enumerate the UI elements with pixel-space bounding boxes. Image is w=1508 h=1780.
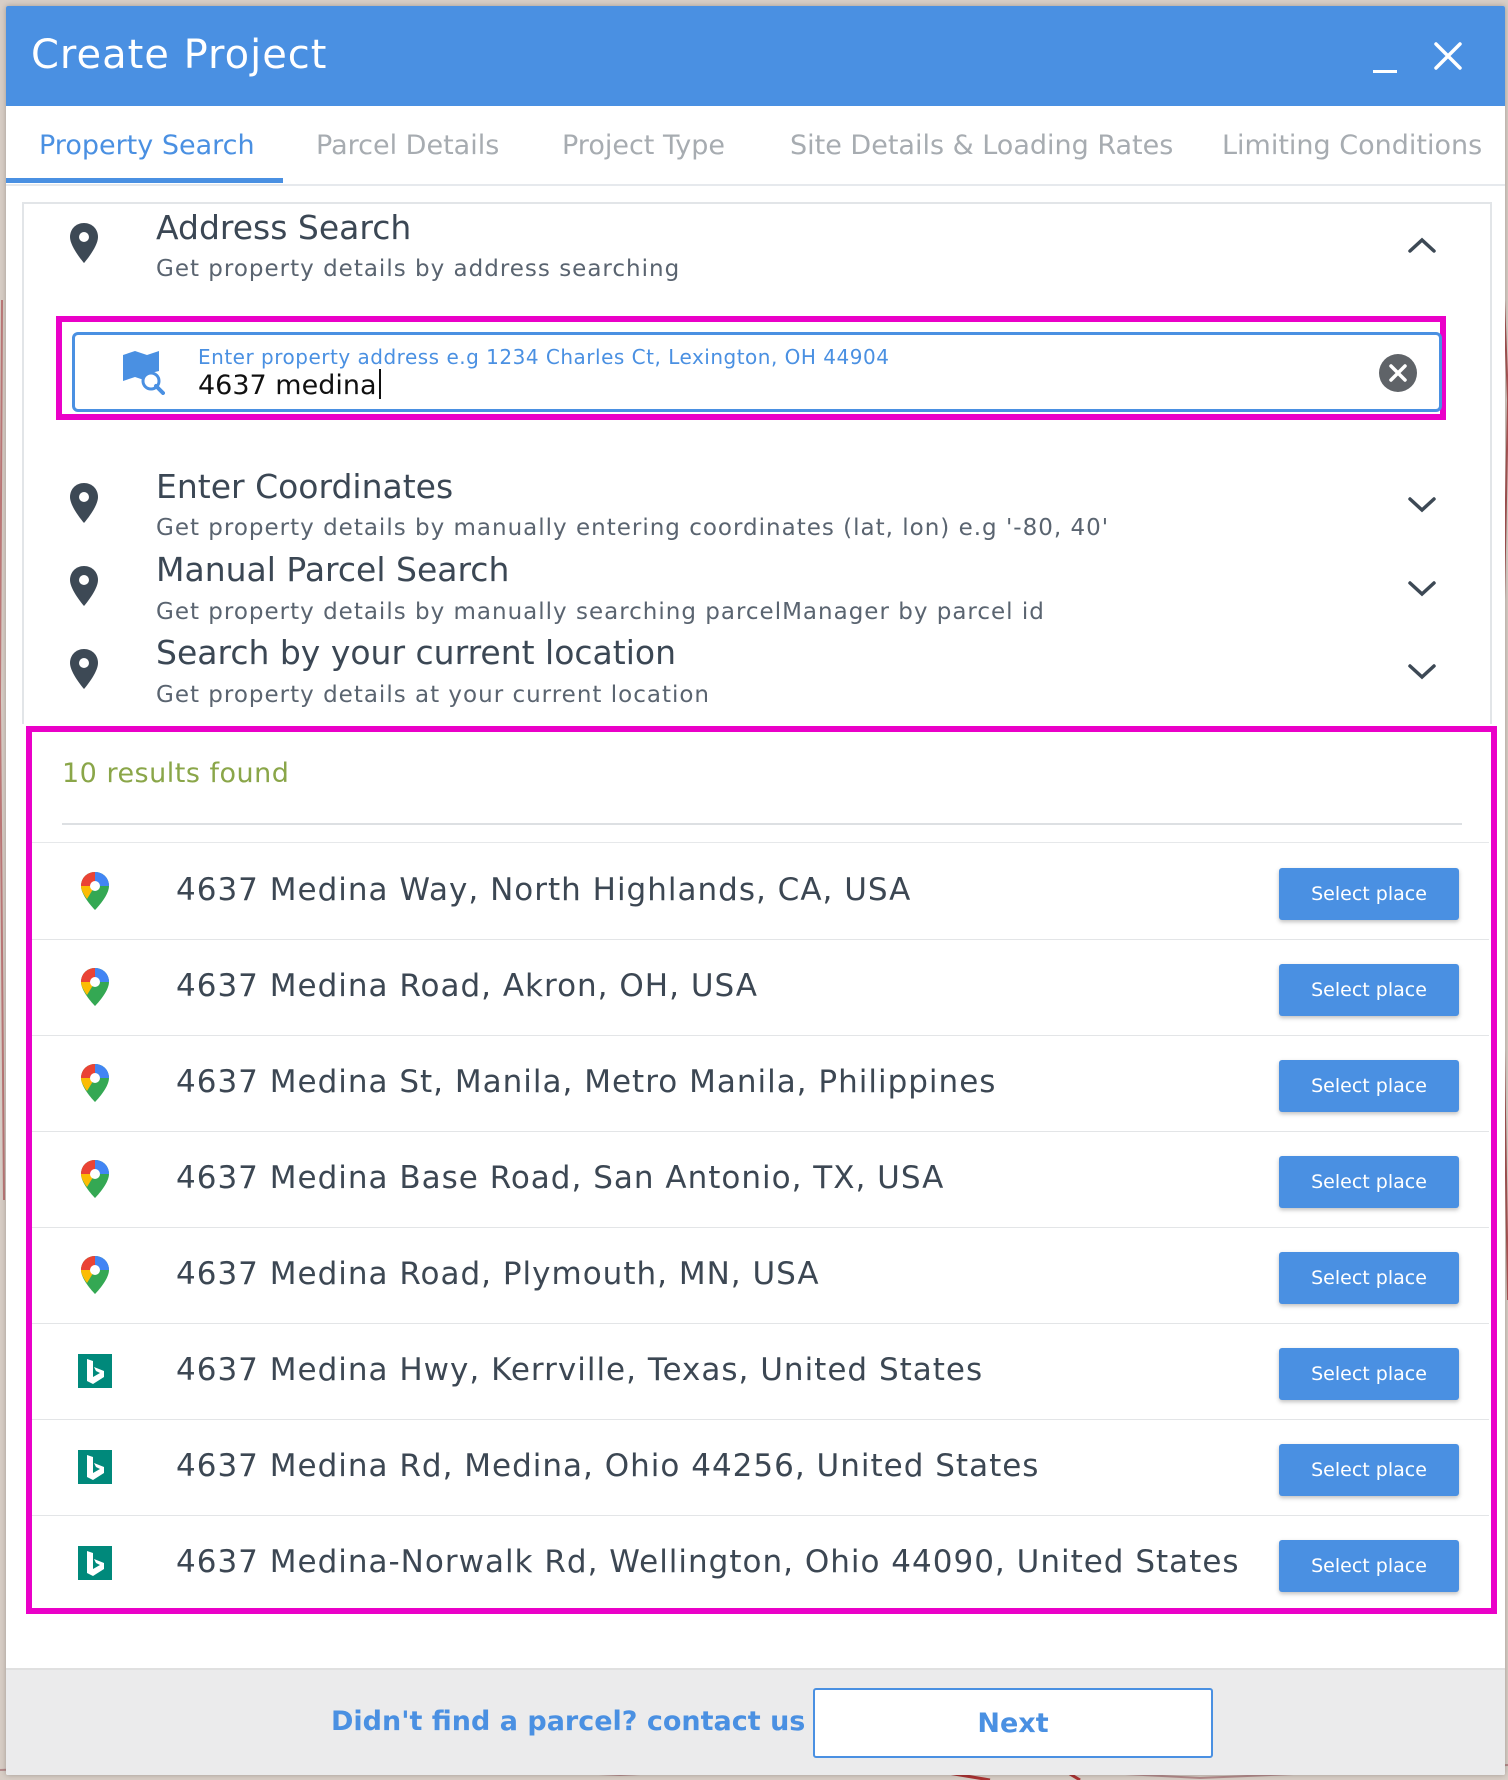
accordion-subtitle: Get property details by manually searchi… bbox=[156, 599, 1045, 625]
result-row: 4637 Medina Hwy, Kerrville, Texas, Unite… bbox=[32, 1323, 1489, 1420]
result-address: 4637 Medina St, Manila, Metro Manila, Ph… bbox=[176, 1064, 997, 1100]
select-place-button[interactable]: Select place bbox=[1279, 1060, 1459, 1112]
tab-site-details-loading-rates[interactable]: Site Details & Loading Rates bbox=[790, 130, 1173, 161]
map-search-icon bbox=[123, 351, 165, 395]
tab-project-type[interactable]: Project Type bbox=[562, 130, 725, 161]
location-pin-icon bbox=[70, 223, 98, 263]
accordion-title: Manual Parcel Search bbox=[156, 550, 510, 589]
result-row: 4637 Medina Way, North Highlands, CA, US… bbox=[32, 843, 1489, 940]
accordion-title: Enter Coordinates bbox=[156, 467, 454, 506]
google-maps-pin-icon bbox=[81, 1160, 109, 1198]
select-place-button[interactable]: Select place bbox=[1279, 964, 1459, 1016]
accordion-title: Search by your current location bbox=[156, 633, 676, 672]
result-row: 4637 Medina Base Road, San Antonio, TX, … bbox=[32, 1131, 1489, 1228]
result-address: 4637 Medina-Norwalk Rd, Wellington, Ohio… bbox=[176, 1544, 1240, 1580]
result-row: 4637 Medina-Norwalk Rd, Wellington, Ohio… bbox=[32, 1515, 1489, 1603]
chevron-down-icon[interactable] bbox=[1406, 578, 1438, 600]
select-place-button[interactable]: Select place bbox=[1279, 1444, 1459, 1496]
minimize-icon[interactable] bbox=[1361, 34, 1405, 78]
create-project-dialog: Create Project Property Search Parcel De… bbox=[6, 6, 1505, 1775]
location-pin-icon bbox=[70, 483, 98, 523]
result-address: 4637 Medina Road, Akron, OH, USA bbox=[176, 968, 758, 1004]
location-pin-icon bbox=[70, 649, 98, 689]
google-maps-pin-icon bbox=[81, 1256, 109, 1294]
result-address: 4637 Medina Base Road, San Antonio, TX, … bbox=[176, 1160, 945, 1196]
accordion-subtitle: Get property details by manually enterin… bbox=[156, 515, 1110, 541]
select-place-button[interactable]: Select place bbox=[1279, 1348, 1459, 1400]
result-address: 4637 Medina Road, Plymouth, MN, USA bbox=[176, 1256, 820, 1292]
accordion-title: Address Search bbox=[156, 208, 412, 247]
select-place-button[interactable]: Select place bbox=[1279, 1252, 1459, 1304]
google-maps-pin-icon bbox=[81, 1064, 109, 1102]
tab-parcel-details[interactable]: Parcel Details bbox=[316, 130, 499, 161]
bing-logo-icon bbox=[78, 1450, 112, 1484]
chevron-down-icon[interactable] bbox=[1406, 661, 1438, 683]
contact-us-link[interactable]: Didn't find a parcel? contact us bbox=[331, 1706, 805, 1737]
bing-logo-icon bbox=[78, 1546, 112, 1580]
chevron-down-icon[interactable] bbox=[1406, 494, 1438, 516]
result-row: 4637 Medina Road, Plymouth, MN, USA Sele… bbox=[32, 1227, 1489, 1324]
tab-property-search[interactable]: Property Search bbox=[39, 130, 255, 161]
select-place-button[interactable]: Select place bbox=[1279, 1156, 1459, 1208]
result-address: 4637 Medina Rd, Medina, Ohio 44256, Unit… bbox=[176, 1448, 1040, 1484]
active-tab-indicator bbox=[6, 178, 283, 183]
select-place-button[interactable]: Select place bbox=[1279, 868, 1459, 920]
result-row: 4637 Medina Rd, Medina, Ohio 44256, Unit… bbox=[32, 1419, 1489, 1516]
chevron-up-icon[interactable] bbox=[1406, 234, 1438, 256]
close-icon[interactable] bbox=[1426, 34, 1470, 78]
google-maps-pin-icon bbox=[81, 968, 109, 1006]
address-search-input[interactable]: Enter property address e.g 1234 Charles … bbox=[72, 332, 1442, 412]
results-count: 10 results found bbox=[62, 758, 290, 789]
select-place-button[interactable]: Select place bbox=[1279, 1540, 1459, 1592]
clear-circle-icon[interactable] bbox=[1378, 353, 1418, 393]
divider bbox=[62, 823, 1462, 825]
result-address: 4637 Medina Hwy, Kerrville, Texas, Unite… bbox=[176, 1352, 984, 1388]
result-row: 4637 Medina St, Manila, Metro Manila, Ph… bbox=[32, 1035, 1489, 1132]
tab-bar: Property Search Parcel Details Project T… bbox=[6, 106, 1505, 186]
location-pin-icon bbox=[70, 566, 98, 606]
bing-logo-icon bbox=[78, 1354, 112, 1388]
search-input-value[interactable]: 4637 medina bbox=[198, 369, 381, 401]
accordion-subtitle: Get property details at your current loc… bbox=[156, 682, 710, 708]
tab-limiting-conditions[interactable]: Limiting Conditions bbox=[1222, 130, 1482, 161]
search-input-label: Enter property address e.g 1234 Charles … bbox=[198, 345, 890, 369]
dialog-titlebar: Create Project bbox=[6, 6, 1505, 106]
result-address: 4637 Medina Way, North Highlands, CA, US… bbox=[176, 872, 912, 908]
dialog-footer: Didn't find a parcel? contact us Next bbox=[6, 1668, 1505, 1775]
dialog-title: Create Project bbox=[31, 32, 328, 78]
result-row: 4637 Medina Road, Akron, OH, USA Select … bbox=[32, 939, 1489, 1036]
accordion-subtitle: Get property details by address searchin… bbox=[156, 256, 681, 282]
next-button[interactable]: Next bbox=[813, 1688, 1213, 1758]
google-maps-pin-icon bbox=[81, 872, 109, 910]
